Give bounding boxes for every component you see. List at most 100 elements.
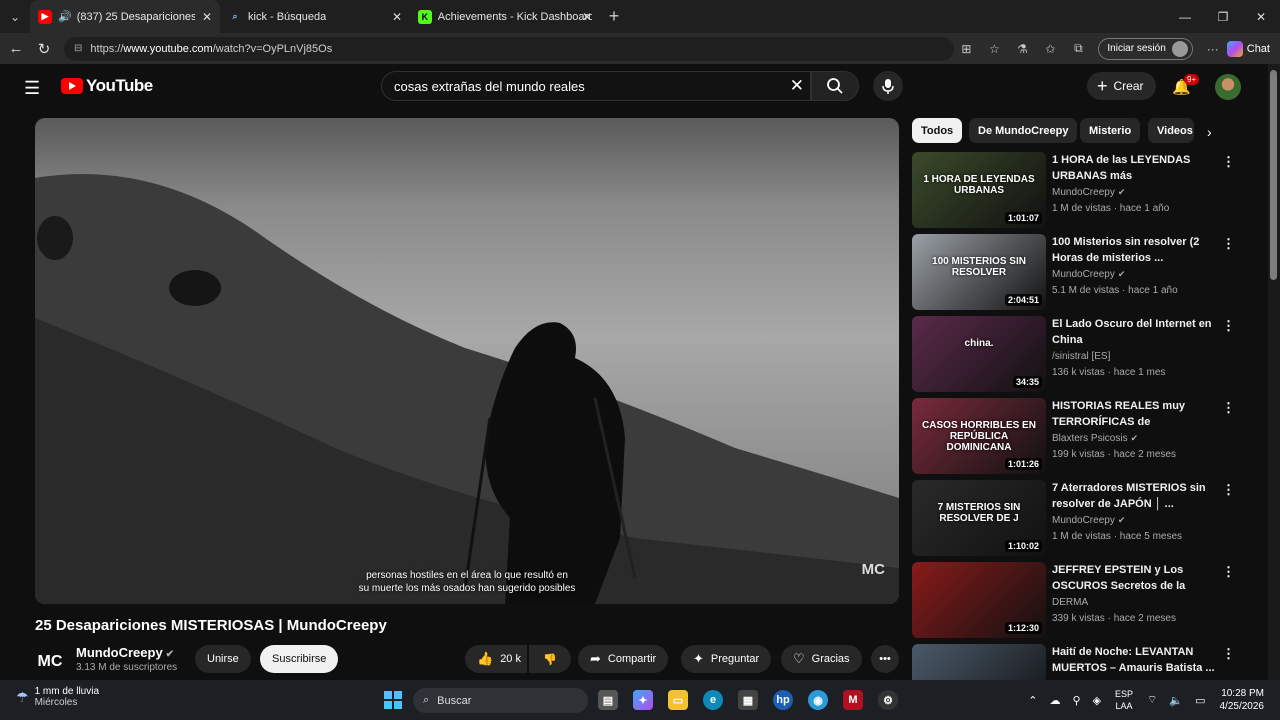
- chevron-right-icon[interactable]: ›: [1207, 124, 1212, 140]
- tab-kick-search[interactable]: ⌕ kick - Búsqueda ✕: [220, 0, 410, 33]
- mcafee-icon[interactable]: M: [843, 690, 863, 710]
- copilot-app-icon[interactable]: ✦: [633, 690, 653, 710]
- usb-icon[interactable]: ⚲: [1073, 694, 1081, 707]
- recommended-video[interactable]: china. 34:35 El Lado Oscuro del Internet e…: [912, 316, 1242, 392]
- more-vertical-icon[interactable]: ⋮: [1222, 646, 1235, 662]
- video-title-link[interactable]: JEFFREY EPSTEIN y Los OSCUROS Secretos d…: [1052, 562, 1217, 594]
- teams-icon[interactable]: ◈: [1093, 694, 1101, 707]
- clear-search-icon[interactable]: ✕: [790, 76, 804, 96]
- menu-icon[interactable]: ☰: [24, 78, 40, 99]
- chrome-icon[interactable]: ◉: [808, 690, 828, 710]
- video-thumbnail[interactable]: 7 MISTERIOS SIN RESOLVER DE J 1:10:02: [912, 480, 1046, 556]
- weather-widget[interactable]: ☂ 1 mm de lluvia Miércoles: [16, 686, 99, 708]
- search-button[interactable]: [811, 71, 859, 101]
- close-tab-icon[interactable]: ✕: [202, 10, 212, 24]
- video-title-link[interactable]: HISTORIAS REALES muy TERRORÍFICAS de REP…: [1052, 398, 1217, 430]
- like-button[interactable]: 👍 20 k: [465, 645, 527, 673]
- windows-start-icon[interactable]: [384, 691, 402, 709]
- close-tab-icon[interactable]: ✕: [582, 10, 592, 24]
- more-vertical-icon[interactable]: ⋮: [1222, 482, 1235, 498]
- chip-videos[interactable]: Videos: [1148, 118, 1194, 143]
- video-title-link[interactable]: 7 Aterradores MISTERIOS sin resolver de …: [1052, 480, 1217, 512]
- extension-icon[interactable]: ⚗: [1008, 42, 1036, 56]
- wifi-icon[interactable]: ⌔: [1147, 693, 1157, 707]
- recommended-video[interactable]: 7 MISTERIOS SIN RESOLVER DE J 1:10:02 7 At…: [912, 480, 1242, 556]
- video-player[interactable]: personas hostiles en el área lo que resu…: [35, 118, 899, 604]
- site-info-icon[interactable]: ⊟: [74, 43, 82, 54]
- search-input[interactable]: cosas extrañas del mundo reales ✕: [381, 71, 811, 101]
- channel-name[interactable]: MundoCreepy ✔: [1052, 515, 1125, 526]
- tab-youtube[interactable]: ▶ 🔊 (837) 25 Desapariciones MISTE ✕: [30, 0, 220, 33]
- close-tab-icon[interactable]: ✕: [392, 10, 402, 24]
- more-vertical-icon[interactable]: ⋮: [1222, 154, 1235, 170]
- channel-watermark[interactable]: MC: [862, 561, 885, 578]
- chip-todos[interactable]: Todos: [912, 118, 963, 143]
- user-avatar[interactable]: [1215, 74, 1241, 100]
- video-title-link[interactable]: El Lado Oscuro del Internet en China: [1052, 316, 1217, 348]
- login-button[interactable]: Iniciar sesión: [1098, 37, 1193, 60]
- more-vertical-icon[interactable]: ⋮: [1222, 400, 1235, 416]
- more-vertical-icon[interactable]: ⋮: [1222, 236, 1235, 252]
- recommended-video[interactable]: 100 MISTERIOS SIN RESOLVER 2:04:51 100 Mis…: [912, 234, 1242, 310]
- refresh-icon[interactable]: ↻: [30, 40, 58, 58]
- video-thumbnail[interactable]: 1:12:30: [912, 562, 1046, 638]
- video-title-link[interactable]: Haití de Noche: LEVANTAN MUERTOS – Amaur…: [1052, 644, 1217, 676]
- volume-icon[interactable]: 🔈: [1169, 694, 1183, 707]
- url-field[interactable]: ⊟ https://www.youtube.com/watch?v=OyPLnV…: [64, 36, 954, 61]
- more-vertical-icon[interactable]: ⋮: [1222, 318, 1235, 334]
- subscribe-button[interactable]: Suscribirse: [260, 645, 339, 673]
- store-icon[interactable]: ▦: [738, 690, 758, 710]
- chip-de-mundocreepy[interactable]: De MundoCreepy: [969, 118, 1078, 143]
- more-vertical-icon[interactable]: ⋮: [1222, 564, 1235, 580]
- youtube-logo[interactable]: YouTube: [61, 76, 153, 96]
- tab-actions-chevron-icon[interactable]: ⌄: [0, 0, 30, 33]
- favorite-star-icon[interactable]: ☆: [980, 42, 1008, 56]
- tab-kick-dashboard[interactable]: K Achievements - Kick Dashboard ✕: [410, 0, 600, 33]
- file-explorer-icon[interactable]: ▭: [668, 690, 688, 710]
- edge-browser-icon[interactable]: e: [703, 690, 723, 710]
- channel-name-link[interactable]: MundoCreepy ✔: [76, 645, 174, 660]
- channel-name[interactable]: Blaxters Psicosis ✔: [1052, 433, 1138, 444]
- join-button[interactable]: Unirse: [195, 645, 251, 673]
- channel-name[interactable]: MundoCreepy ✔: [1052, 187, 1125, 198]
- recommended-video[interactable]: 1 HORA DE LEYENDAS URBANAS 1:01:07 1 HORA …: [912, 152, 1242, 228]
- battery-icon[interactable]: ▭: [1195, 694, 1205, 707]
- new-tab-icon[interactable]: +: [600, 6, 628, 27]
- back-icon[interactable]: ←: [2, 40, 30, 57]
- create-button[interactable]: + Crear: [1087, 72, 1156, 100]
- dislike-button[interactable]: 👎: [529, 645, 571, 673]
- scrollbar-thumb[interactable]: [1270, 70, 1277, 280]
- copilot-chat-button[interactable]: Chat: [1226, 40, 1270, 57]
- chip-misterio[interactable]: Misterio: [1080, 118, 1141, 143]
- hp-icon[interactable]: hp: [773, 690, 793, 710]
- settings-gear-icon[interactable]: ⚙: [878, 690, 898, 710]
- ask-button[interactable]: ✦ Preguntar: [681, 645, 772, 673]
- recommended-video[interactable]: 1:12:30 JEFFREY EPSTEIN y Los OSCUROS Sec…: [912, 562, 1242, 638]
- channel-avatar[interactable]: MC: [35, 647, 65, 677]
- thanks-button[interactable]: ♡ Gracias: [781, 645, 862, 673]
- chevron-up-icon[interactable]: ⌃: [1028, 694, 1037, 707]
- share-button[interactable]: ➦ Compartir: [578, 645, 669, 673]
- taskbar-search[interactable]: ⌕ Buscar: [413, 688, 588, 713]
- clock[interactable]: 10:28 PM 4/25/2026: [1220, 687, 1265, 713]
- video-thumbnail[interactable]: CASOS HORRIBLES EN REPÚBLICA DOMINICANA 1…: [912, 398, 1046, 474]
- task-view-icon[interactable]: ▤: [598, 690, 618, 710]
- collections-icon[interactable]: ⧉: [1064, 41, 1092, 56]
- channel-name[interactable]: MundoCreepy ✔: [1052, 269, 1125, 280]
- close-window-icon[interactable]: ✕: [1242, 0, 1280, 33]
- cloud-icon[interactable]: ☁: [1050, 694, 1061, 707]
- voice-search-button[interactable]: [873, 71, 903, 101]
- maximize-icon[interactable]: ❐: [1204, 0, 1242, 33]
- video-thumbnail[interactable]: china. 34:35: [912, 316, 1046, 392]
- more-actions-button[interactable]: •••: [871, 645, 899, 673]
- minimize-icon[interactable]: —: [1166, 0, 1204, 33]
- language-indicator[interactable]: ESP LAA: [1115, 688, 1133, 712]
- video-thumbnail[interactable]: 100 MISTERIOS SIN RESOLVER 2:04:51: [912, 234, 1046, 310]
- speaker-icon[interactable]: 🔊: [58, 10, 72, 23]
- video-title-link[interactable]: 1 HORA de las LEYENDAS URBANAS más ATERR…: [1052, 152, 1217, 184]
- channel-name[interactable]: /sinistral [ES]: [1052, 351, 1110, 362]
- recommended-video[interactable]: CASOS HORRIBLES EN REPÚBLICA DOMINICANA 1…: [912, 398, 1242, 474]
- more-options-icon[interactable]: ···: [1199, 42, 1227, 56]
- channel-name[interactable]: DERMA: [1052, 597, 1088, 608]
- favorites-icon[interactable]: ✩: [1036, 42, 1064, 56]
